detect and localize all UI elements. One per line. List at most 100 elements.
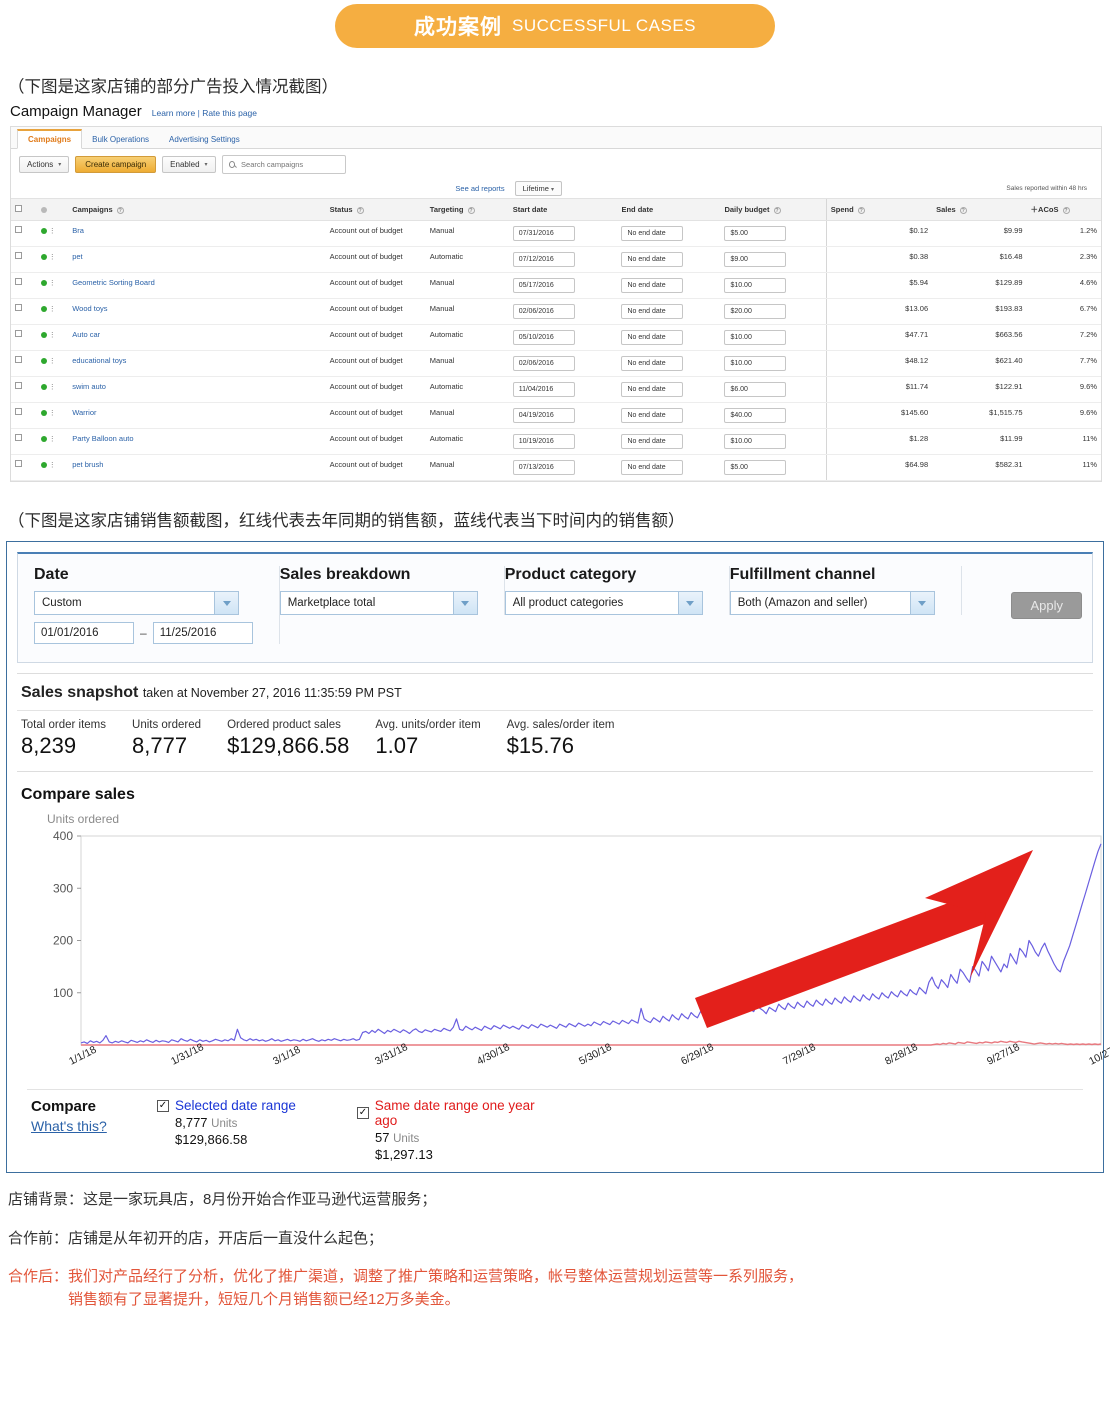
start-date-input[interactable]: 05/17/2016: [512, 278, 575, 294]
campaign-link[interactable]: Geometric Sorting Board: [72, 278, 155, 287]
help-icon[interactable]: ?: [959, 206, 967, 214]
help-icon[interactable]: ?: [116, 206, 124, 214]
end-date-input[interactable]: No end date: [621, 226, 684, 242]
campaign-link[interactable]: Bra: [72, 226, 84, 235]
row-checkbox[interactable]: [15, 304, 22, 312]
campaign-acos: 2.3%: [1026, 246, 1101, 274]
help-icon[interactable]: ?: [857, 206, 865, 214]
row-menu-icon[interactable]: ⋮: [49, 306, 56, 313]
campaign-link[interactable]: educational toys: [72, 356, 126, 365]
daily-budget-input[interactable]: $9.00: [724, 252, 787, 268]
product-category-select[interactable]: All product categories: [504, 591, 703, 616]
start-date-input[interactable]: 07/31/2016: [512, 226, 575, 242]
start-date-input[interactable]: 10/19/2016: [512, 434, 575, 450]
lifetime-range-dropdown[interactable]: Lifetime ▾: [514, 180, 562, 196]
end-date-input[interactable]: No end date: [621, 252, 684, 268]
daily-budget-input[interactable]: $10.00: [724, 330, 787, 346]
date-from-input[interactable]: 01/01/2016: [34, 622, 134, 645]
daily-budget-input[interactable]: $10.00: [724, 278, 787, 294]
chevron-down-icon[interactable]: [909, 592, 934, 615]
start-date-input[interactable]: 07/12/2016: [512, 252, 575, 268]
campaign-link[interactable]: swim auto: [72, 382, 106, 391]
daily-budget-input[interactable]: $6.00: [724, 382, 787, 398]
sales-breakdown-select[interactable]: Marketplace total: [279, 591, 478, 616]
help-icon[interactable]: ?: [1062, 206, 1070, 214]
row-checkbox[interactable]: [15, 356, 22, 364]
row-checkbox[interactable]: [15, 252, 22, 260]
end-date-input[interactable]: No end date: [621, 382, 684, 398]
end-date-input[interactable]: No end date: [621, 304, 684, 320]
row-menu-icon[interactable]: ⋮: [49, 228, 56, 235]
start-date-input[interactable]: 04/19/2016: [512, 408, 575, 424]
row-menu-icon[interactable]: ⋮: [49, 332, 56, 339]
row-checkbox[interactable]: [15, 330, 22, 338]
campaign-link[interactable]: Auto car: [72, 330, 100, 339]
daily-budget-input[interactable]: $5.00: [724, 460, 787, 476]
acos-column-header[interactable]: ＋ACoS ?: [1026, 198, 1101, 222]
row-checkbox[interactable]: [15, 434, 22, 442]
campaign-status: Account out of budget: [325, 272, 426, 300]
search-input[interactable]: [239, 159, 339, 171]
daily-budget-input[interactable]: $5.00: [724, 226, 787, 242]
enabled-filter-dropdown[interactable]: Enabled ▾: [162, 156, 216, 174]
campaign-status: Account out of budget: [325, 402, 426, 430]
tab-campaigns[interactable]: Campaigns: [17, 129, 83, 150]
end-date-input[interactable]: No end date: [621, 408, 684, 424]
start-date-input[interactable]: 05/10/2016: [512, 330, 575, 346]
row-checkbox[interactable]: [15, 382, 22, 390]
start-date-input[interactable]: 07/13/2016: [512, 460, 575, 476]
row-menu-icon[interactable]: ⋮: [49, 280, 56, 287]
row-menu-icon[interactable]: ⋮: [49, 384, 56, 391]
daily-budget-input[interactable]: $20.00: [724, 304, 787, 320]
search-campaigns-box[interactable]: [221, 155, 346, 175]
rate-this-page-link[interactable]: Rate this page: [202, 108, 257, 118]
row-menu-icon[interactable]: ⋮: [49, 436, 56, 443]
row-menu-icon[interactable]: ⋮: [49, 358, 56, 365]
row-checkbox[interactable]: [15, 278, 22, 286]
row-menu-icon[interactable]: ⋮: [49, 254, 56, 261]
whats-this-link[interactable]: What's this?: [31, 1118, 157, 1134]
help-icon[interactable]: ?: [356, 206, 364, 214]
chevron-down-icon[interactable]: [214, 592, 238, 615]
row-menu-icon[interactable]: ⋮: [49, 410, 56, 417]
legend-checkbox-current[interactable]: ✓: [157, 1099, 169, 1112]
help-icon[interactable]: ?: [773, 206, 781, 214]
campaign-link[interactable]: Warrior: [72, 408, 96, 417]
date-range-select[interactable]: Custom: [34, 591, 239, 616]
row-menu-icon[interactable]: ⋮: [49, 462, 56, 469]
select-all-checkbox[interactable]: [15, 205, 22, 213]
end-date-input[interactable]: No end date: [621, 460, 684, 476]
start-date-input[interactable]: 02/06/2016: [512, 356, 575, 372]
campaign-link[interactable]: Party Balloon auto: [72, 434, 133, 443]
row-checkbox[interactable]: [15, 408, 22, 416]
row-checkbox[interactable]: [15, 460, 22, 468]
actions-dropdown-button[interactable]: Actions ▾: [19, 156, 70, 174]
create-campaign-button[interactable]: Create campaign: [75, 156, 157, 174]
legend-checkbox-prior[interactable]: ✓: [357, 1107, 369, 1120]
end-date-input[interactable]: No end date: [621, 330, 684, 346]
start-date-input[interactable]: 02/06/2016: [512, 304, 575, 320]
chevron-down-icon[interactable]: [452, 592, 477, 615]
tab-bulk-operations[interactable]: Bulk Operations: [82, 131, 159, 148]
see-ad-reports-link[interactable]: See ad reports: [455, 184, 504, 193]
campaign-link[interactable]: pet: [72, 252, 82, 261]
end-date-input[interactable]: No end date: [621, 278, 684, 294]
learn-more-link[interactable]: Learn more: [152, 108, 195, 118]
help-icon[interactable]: ?: [467, 206, 475, 214]
apply-button[interactable]: Apply: [1011, 592, 1082, 620]
date-to-input[interactable]: 11/25/2016: [152, 622, 253, 645]
end-date-input[interactable]: No end date: [621, 434, 684, 450]
tab-advertising-settings[interactable]: Advertising Settings: [159, 131, 250, 148]
end-date-input[interactable]: No end date: [621, 356, 684, 372]
campaign-name-cell: Auto car: [68, 324, 326, 352]
campaigns-column-header[interactable]: Campaigns ?: [68, 198, 326, 222]
start-date-input[interactable]: 11/04/2016: [512, 382, 575, 398]
daily-budget-input[interactable]: $40.00: [724, 408, 787, 424]
fulfillment-channel-select[interactable]: Both (Amazon and seller): [729, 591, 935, 616]
daily-budget-input[interactable]: $10.00: [724, 356, 787, 372]
chevron-down-icon[interactable]: [677, 592, 702, 615]
campaign-link[interactable]: pet brush: [72, 460, 103, 469]
daily-budget-input[interactable]: $10.00: [724, 434, 787, 450]
row-checkbox[interactable]: [15, 226, 22, 234]
campaign-link[interactable]: Wood toys: [72, 304, 107, 313]
